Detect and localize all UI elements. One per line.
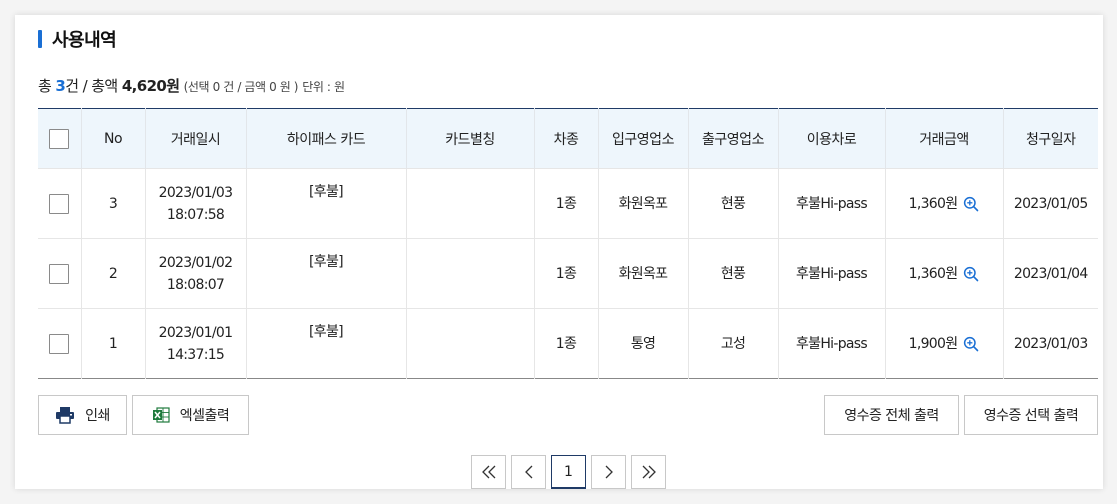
print-button-label: 인쇄 <box>85 408 110 424</box>
header-select-all[interactable] <box>38 108 81 169</box>
row-bill-date: 2023/01/05 <box>1002 168 1098 239</box>
summary-total-prefix: 총 <box>38 77 52 95</box>
row-lane: 후불Hi-pass <box>777 168 885 239</box>
row-time: 18:07:58 <box>166 206 225 223</box>
header-datetime: 거래일시 <box>144 108 246 169</box>
row-alias <box>405 168 534 239</box>
summary-count-unit: 건 <box>65 77 79 95</box>
last-page-button[interactable] <box>631 455 666 489</box>
row-alias <box>405 238 534 309</box>
row-exit: 현풍 <box>687 238 778 309</box>
row-time: 14:37:15 <box>166 346 225 363</box>
title-accent-bar <box>38 30 42 48</box>
row-datetime: 2023/01/02 18:08:07 <box>144 238 246 309</box>
table-row: 2 2023/01/02 18:08:07 [후불] 1종 화원옥포 현풍 후불H… <box>38 238 1098 309</box>
header-card-alias: 카드별칭 <box>405 108 534 169</box>
zoom-in-icon[interactable] <box>963 266 979 282</box>
row-lane: 후불Hi-pass <box>777 238 885 309</box>
summary-separator: / <box>82 77 88 95</box>
row-amount-cell: 1,360원 <box>884 238 1003 309</box>
summary-count: 3 <box>55 77 66 95</box>
row-datetime: 2023/01/03 18:07:58 <box>144 168 246 239</box>
zoom-in-icon[interactable] <box>963 196 979 212</box>
row-alias <box>405 308 534 379</box>
header-hipass-card: 하이패스 카드 <box>245 108 406 169</box>
receipt-print-all-button[interactable]: 영수증 전체 출력 <box>824 395 959 435</box>
header-bill-date: 청구일자 <box>1002 108 1098 169</box>
row-datetime: 2023/01/01 14:37:15 <box>144 308 246 379</box>
row-exit: 고성 <box>687 308 778 379</box>
row-card: [후불] <box>245 168 406 239</box>
receipt-print-selected-button[interactable]: 영수증 선택 출력 <box>964 395 1098 435</box>
table-header-row: No 거래일시 하이패스 카드 카드별칭 차종 입구영업소 출구영업소 이용차로… <box>38 108 1098 169</box>
double-chevron-left-icon <box>481 465 495 479</box>
row-select-cell[interactable] <box>38 308 81 379</box>
chevron-right-icon <box>605 465 613 479</box>
page-1-button[interactable]: 1 <box>551 455 586 489</box>
row-exit: 현풍 <box>687 168 778 239</box>
section-title: 사용내역 <box>52 30 117 51</box>
table-row: 3 2023/01/03 18:07:58 [후불] 1종 화원옥포 현풍 후불H… <box>38 168 1098 239</box>
section-header: 사용내역 <box>38 28 117 51</box>
header-exit-office: 출구영업소 <box>687 108 778 169</box>
row-date: 2023/01/03 <box>158 184 233 201</box>
row-amount: 1,360원 <box>908 265 958 282</box>
summary-amount-label: 총액 <box>91 77 118 95</box>
row-lane: 후불Hi-pass <box>777 308 885 379</box>
row-no: 2 <box>80 238 145 309</box>
first-page-button[interactable] <box>471 455 506 489</box>
row-select-cell[interactable] <box>38 238 81 309</box>
row-card: [후불] <box>245 238 406 309</box>
usage-history-panel: 사용내역 총 3건 / 총액 4,620원 (선택 0 건 / 금액 0 원 )… <box>15 15 1103 489</box>
row-select-cell[interactable] <box>38 168 81 239</box>
row-no: 1 <box>80 308 145 379</box>
row-no: 3 <box>80 168 145 239</box>
header-amount: 거래금액 <box>884 108 1003 169</box>
row-entry: 화원옥포 <box>597 238 688 309</box>
row-bill-date: 2023/01/03 <box>1002 308 1098 379</box>
summary-unit-note: 단위 : 원 <box>302 80 345 94</box>
row-amount-cell: 1,900원 <box>884 308 1003 379</box>
row-amount-cell: 1,360원 <box>884 168 1003 239</box>
chevron-left-icon <box>524 465 532 479</box>
row-entry: 화원옥포 <box>597 168 688 239</box>
row-amount: 1,360원 <box>908 195 958 212</box>
zoom-in-icon[interactable] <box>963 336 979 352</box>
row-car-type: 1종 <box>533 168 598 239</box>
select-all-checkbox[interactable] <box>49 128 70 149</box>
prev-page-button[interactable] <box>511 455 546 489</box>
row-checkbox[interactable] <box>49 193 70 214</box>
row-date: 2023/01/02 <box>158 254 233 271</box>
header-entry-office: 입구영업소 <box>597 108 688 169</box>
row-date: 2023/01/01 <box>158 324 233 341</box>
pagination: 1 <box>471 455 666 489</box>
excel-icon <box>152 407 170 423</box>
row-car-type: 1종 <box>533 308 598 379</box>
usage-summary: 총 3건 / 총액 4,620원 (선택 0 건 / 금액 0 원 ) 단위 :… <box>38 75 345 96</box>
print-button[interactable]: 인쇄 <box>38 395 127 435</box>
summary-amount: 4,620원 <box>121 77 180 95</box>
usage-table: No 거래일시 하이패스 카드 카드별칭 차종 입구영업소 출구영업소 이용차로… <box>38 108 1098 379</box>
row-bill-date: 2023/01/04 <box>1002 238 1098 309</box>
row-checkbox[interactable] <box>49 263 70 284</box>
excel-button-label: 엑셀출력 <box>179 408 230 424</box>
row-time: 18:08:07 <box>166 276 225 293</box>
row-card: [후불] <box>245 308 406 379</box>
double-chevron-right-icon <box>642 465 656 479</box>
header-car-type: 차종 <box>533 108 598 169</box>
row-entry: 통영 <box>597 308 688 379</box>
row-car-type: 1종 <box>533 238 598 309</box>
excel-export-button[interactable]: 엑셀출력 <box>132 395 249 435</box>
row-checkbox[interactable] <box>49 333 70 354</box>
summary-selection-note: (선택 0 건 / 금액 0 원 ) <box>183 80 299 94</box>
printer-icon <box>56 407 75 424</box>
header-no: No <box>80 108 145 169</box>
header-lane: 이용차로 <box>777 108 885 169</box>
next-page-button[interactable] <box>591 455 626 489</box>
table-row: 1 2023/01/01 14:37:15 [후불] 1종 통영 고성 후불Hi-… <box>38 308 1098 379</box>
row-amount: 1,900원 <box>908 335 958 352</box>
